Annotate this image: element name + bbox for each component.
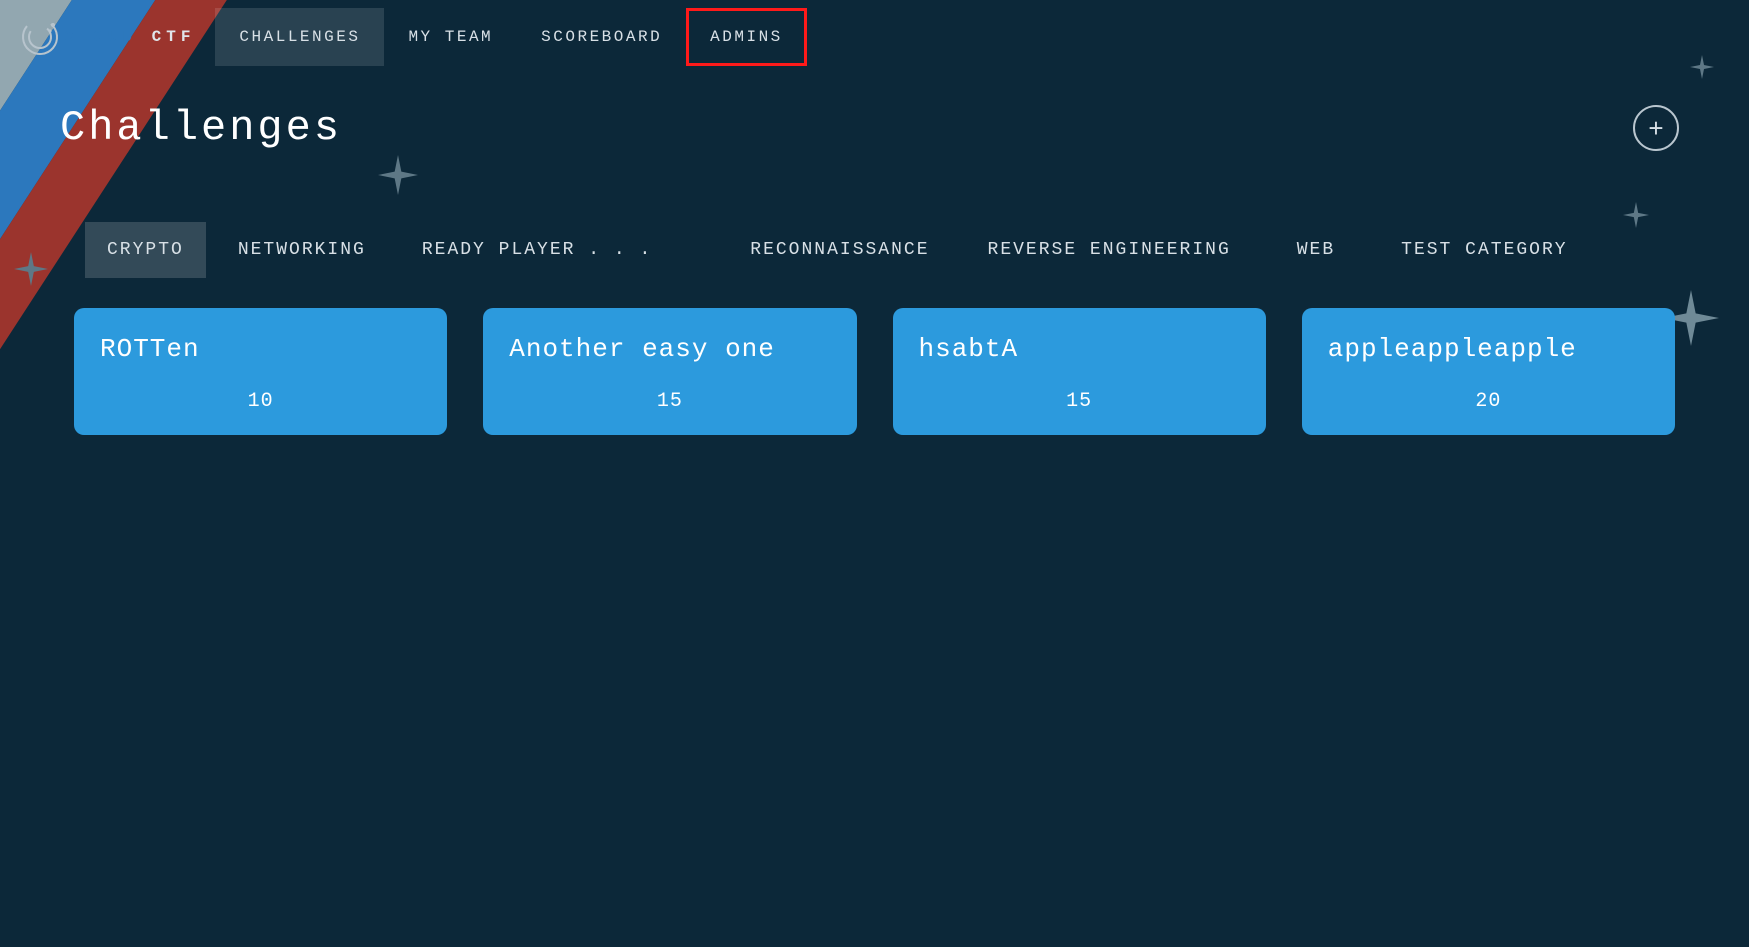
tab-web[interactable]: WEB xyxy=(1275,222,1357,278)
top-nav: CLOUD CTF CHALLENGES MY TEAM SCOREBOARD … xyxy=(0,0,1749,74)
challenge-card[interactable]: Another easy one 15 xyxy=(483,308,856,435)
tab-reverse-engineering[interactable]: REVERSE ENGINEERING xyxy=(966,222,1253,278)
tab-reconnaissance[interactable]: RECONNAISSANCE xyxy=(728,222,951,278)
tab-test-category[interactable]: TEST CATEGORY xyxy=(1379,222,1589,278)
logo-text: CLOUD CTF xyxy=(64,28,195,46)
challenge-title: Another easy one xyxy=(509,334,830,364)
logo[interactable]: CLOUD CTF xyxy=(20,17,195,57)
main-nav: CHALLENGES MY TEAM SCOREBOARD ADMINS xyxy=(215,8,806,66)
page-title: Challenges xyxy=(60,104,342,152)
tab-networking[interactable]: NETWORKING xyxy=(216,222,388,278)
challenge-card[interactable]: hsabtA 15 xyxy=(893,308,1266,435)
challenge-points: 15 xyxy=(919,390,1240,413)
logo-icon xyxy=(20,17,60,57)
add-challenge-button[interactable]: + xyxy=(1633,105,1679,151)
challenge-points: 20 xyxy=(1328,390,1649,413)
tab-crypto[interactable]: CRYPTO xyxy=(85,222,206,278)
challenge-title: appleappleapple xyxy=(1328,334,1649,364)
nav-scoreboard[interactable]: SCOREBOARD xyxy=(517,8,686,66)
plus-icon: + xyxy=(1648,113,1663,144)
nav-admins[interactable]: ADMINS xyxy=(686,8,807,66)
nav-my-team[interactable]: MY TEAM xyxy=(384,8,517,66)
category-tabs: CRYPTO NETWORKING READY PLAYER . . . REC… xyxy=(0,182,1749,308)
challenge-grid: ROTTen 10 Another easy one 15 hsabtA 15 … xyxy=(0,308,1749,435)
nav-challenges[interactable]: CHALLENGES xyxy=(215,8,384,66)
challenge-card[interactable]: appleappleapple 20 xyxy=(1302,308,1675,435)
challenge-points: 10 xyxy=(100,390,421,413)
challenge-title: ROTTen xyxy=(100,334,421,364)
page-header: Challenges + xyxy=(0,74,1749,182)
challenge-card[interactable]: ROTTen 10 xyxy=(74,308,447,435)
tab-ready-player[interactable]: READY PLAYER . . . xyxy=(400,222,674,278)
challenge-title: hsabtA xyxy=(919,334,1240,364)
challenge-points: 15 xyxy=(509,390,830,413)
